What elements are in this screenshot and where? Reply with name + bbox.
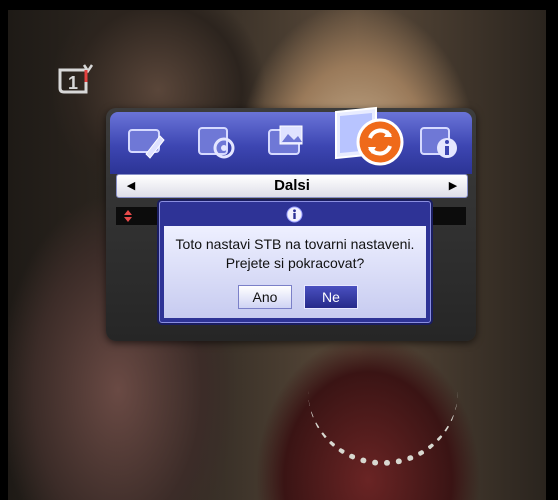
info-settings-icon[interactable] (418, 124, 460, 162)
picture-settings-icon[interactable] (126, 124, 168, 162)
info-icon (286, 206, 303, 223)
factory-reset-tab-icon[interactable] (332, 104, 404, 170)
menu-icon-bar (110, 106, 472, 174)
up-down-arrows-icon (122, 209, 134, 223)
arrow-left-icon[interactable]: ◀ (121, 175, 141, 197)
media-settings-icon[interactable] (266, 124, 308, 162)
no-button[interactable]: Ne (304, 285, 358, 309)
system-settings-icon[interactable] (196, 124, 238, 162)
section-title: Dalsi (274, 177, 310, 194)
dialog-body: Toto nastavi STB na tovarni nastaveni. P… (164, 226, 426, 318)
dialog-message-line2: Prejete si pokracovat? (225, 255, 365, 271)
confirmation-dialog: Toto nastavi STB na tovarni nastaveni. P… (159, 201, 431, 323)
svg-text:1: 1 (68, 73, 78, 93)
section-navigation-bar[interactable]: ◀ Dalsi ▶ (116, 174, 468, 198)
necklace-detail (308, 390, 458, 466)
dialog-message-line1: Toto nastavi STB na tovarni nastaveni. (175, 236, 415, 252)
arrow-right-icon[interactable]: ▶ (443, 175, 463, 197)
ct1-channel-logo-icon: 1 (56, 62, 96, 96)
yes-button[interactable]: Ano (238, 285, 292, 309)
